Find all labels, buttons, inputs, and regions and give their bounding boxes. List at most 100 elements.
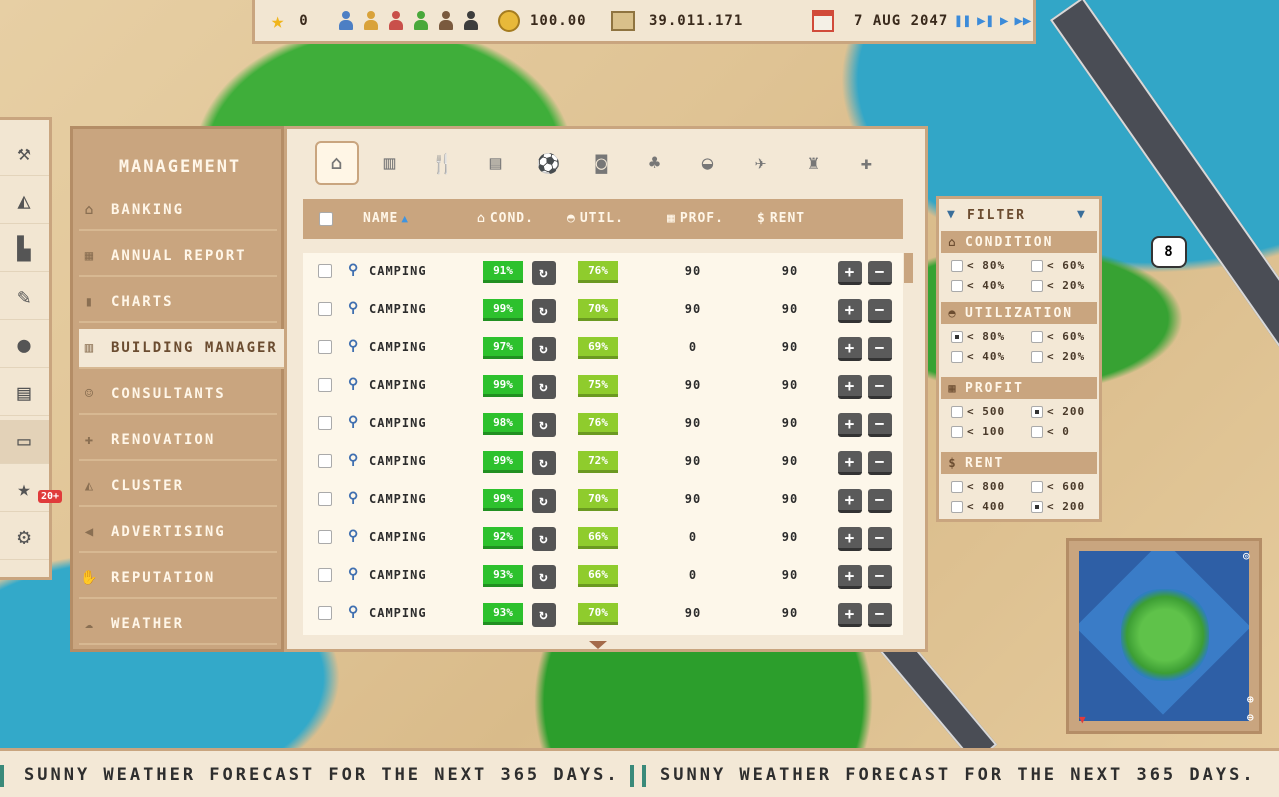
table-row[interactable]: ⚲ CAMPING 99% ↻ 70% 90 90 + − — [303, 481, 903, 519]
magnifier-icon[interactable]: ⚲ — [348, 452, 359, 468]
row-checkbox[interactable] — [318, 492, 332, 506]
increase-rent-button[interactable]: + — [838, 413, 862, 437]
category-tab-restaurant[interactable]: 🍴 — [421, 141, 465, 185]
filter-option[interactable]: < 200 — [1031, 405, 1085, 418]
category-tab-camera[interactable]: ◙ — [580, 141, 624, 185]
zoom-out-icon[interactable]: ⊖ — [1247, 711, 1255, 724]
filter-option[interactable]: < 40% — [951, 350, 1005, 363]
table-row[interactable]: ⚲ CAMPING 92% ↻ 66% 0 90 + − — [303, 519, 903, 557]
table-row[interactable]: ⚲ CAMPING 99% ↻ 72% 90 90 + − — [303, 443, 903, 481]
menu-item-cluster[interactable]: ◭ CLUSTER — [79, 467, 277, 507]
menu-item-banking[interactable]: ⌂ BANKING — [79, 191, 277, 231]
decrease-rent-button[interactable]: − — [868, 261, 892, 285]
minimap-view[interactable] — [1079, 551, 1249, 721]
repair-icon[interactable]: ↻ — [532, 489, 556, 513]
select-all-checkbox[interactable] — [319, 212, 333, 226]
magnifier-icon[interactable]: ⚲ — [348, 338, 359, 354]
menu-item-reputation[interactable]: ✋ REPUTATION — [79, 559, 277, 599]
magnifier-icon[interactable]: ⚲ — [348, 414, 359, 430]
frog-icon[interactable] — [412, 11, 430, 31]
row-checkbox[interactable] — [318, 416, 332, 430]
increase-rent-button[interactable]: + — [838, 375, 862, 399]
table-row[interactable]: ⚲ CAMPING 98% ↻ 76% 90 90 + − — [303, 405, 903, 443]
filter-option[interactable]: < 80% — [951, 330, 1005, 343]
table-row[interactable]: ⚲ CAMPING 93% ↻ 66% 0 90 + − — [303, 557, 903, 595]
filter-option[interactable]: < 20% — [1031, 350, 1085, 363]
row-checkbox[interactable] — [318, 264, 332, 278]
row-checkbox[interactable] — [318, 378, 332, 392]
scrollbar-thumb[interactable] — [904, 253, 913, 283]
decrease-rent-button[interactable]: − — [868, 413, 892, 437]
fast-forward-icon[interactable]: ▶▶ — [1014, 13, 1031, 29]
repair-icon[interactable]: ↻ — [532, 337, 556, 361]
menu-item-consultants[interactable]: ☺ CONSULTANTS — [79, 375, 277, 415]
filter-option[interactable]: < 500 — [951, 405, 1005, 418]
filter-option[interactable]: < 0 — [1031, 425, 1070, 438]
table-row[interactable]: ⚲ CAMPING 97% ↻ 69% 0 90 + − — [303, 329, 903, 367]
increase-rent-button[interactable]: + — [838, 527, 862, 551]
filter-checkbox[interactable] — [1031, 405, 1043, 418]
increase-rent-button[interactable]: + — [838, 603, 862, 627]
table-row[interactable]: ⚲ CAMPING 99% ↻ 70% 90 90 + − — [303, 291, 903, 329]
repair-icon[interactable]: ↻ — [532, 451, 556, 475]
menu-item-weather[interactable]: ☁ WEATHER — [79, 605, 277, 645]
table-row[interactable]: ⚲ CAMPING 93% ↻ 70% 90 90 + − — [303, 595, 903, 633]
row-checkbox[interactable] — [318, 568, 332, 582]
category-tab-shop[interactable]: ▤ — [474, 141, 518, 185]
category-tab-soccer[interactable]: ⚽ — [527, 141, 571, 185]
menu-item-renovation[interactable]: ✚ RENOVATION — [79, 421, 277, 461]
decrease-rent-button[interactable]: − — [868, 527, 892, 551]
compass-icon[interactable]: ◎ — [1243, 549, 1251, 562]
increase-rent-button[interactable]: + — [838, 489, 862, 513]
filter-option[interactable]: < 600 — [1031, 480, 1085, 493]
category-tab-first-aid[interactable]: ✚ — [845, 141, 889, 185]
category-tab-house[interactable]: ⌂ — [315, 141, 359, 185]
magnifier-icon[interactable]: ⚲ — [348, 376, 359, 392]
woman-red-icon[interactable] — [387, 11, 405, 31]
table-row[interactable]: ⚲ CAMPING 91% ↻ 76% 90 90 + − — [303, 253, 903, 291]
profit-column-header[interactable]: ▦ PROF. — [667, 211, 724, 226]
pause-icon[interactable]: ❚❚ — [954, 13, 971, 29]
minimap[interactable]: ◎ ⊕ ⊖ ▼ — [1066, 538, 1262, 734]
filter-checkbox[interactable] — [1031, 480, 1043, 493]
decrease-rent-button[interactable]: − — [868, 299, 892, 323]
gear-icon[interactable]: ⚙ — [0, 516, 49, 560]
filter-option[interactable]: < 100 — [951, 425, 1005, 438]
bulldozer-icon[interactable]: ▙ — [0, 228, 49, 272]
row-checkbox[interactable] — [318, 302, 332, 316]
row-checkbox[interactable] — [318, 454, 332, 468]
magnifier-icon[interactable]: ⚲ — [348, 490, 359, 506]
filter-checkbox[interactable] — [951, 480, 963, 493]
info-bubble[interactable]: 8 — [1151, 236, 1187, 268]
increase-rent-button[interactable]: + — [838, 299, 862, 323]
hammer-wrench-icon[interactable]: ⚒ — [0, 132, 49, 176]
filter-checkbox[interactable] — [1031, 350, 1043, 363]
decrease-rent-button[interactable]: − — [868, 375, 892, 399]
magnifier-icon[interactable]: ⚲ — [348, 300, 359, 316]
repair-icon[interactable]: ↻ — [532, 565, 556, 589]
row-checkbox[interactable] — [318, 340, 332, 354]
repair-icon[interactable]: ↻ — [532, 299, 556, 323]
row-checkbox[interactable] — [318, 606, 332, 620]
repair-icon[interactable]: ↻ — [532, 261, 556, 285]
utilization-column-header[interactable]: ◓ UTIL. — [567, 211, 624, 226]
repair-icon[interactable]: ↻ — [532, 527, 556, 551]
category-tab-tree[interactable]: ♣ — [633, 141, 677, 185]
menu-item-charts[interactable]: ▮ CHARTS — [79, 283, 277, 323]
blueprint-icon[interactable]: ▤ — [0, 372, 49, 416]
filter-option[interactable]: < 800 — [951, 480, 1005, 493]
filter-option[interactable]: < 20% — [1031, 279, 1085, 292]
decrease-rent-button[interactable]: − — [868, 451, 892, 475]
repair-icon[interactable]: ↻ — [532, 603, 556, 627]
filter-checkbox[interactable] — [951, 350, 963, 363]
row-checkbox[interactable] — [318, 530, 332, 544]
menu-item-advertising[interactable]: ◀ ADVERTISING — [79, 513, 277, 553]
menu-item-annual-report[interactable]: ▦ ANNUAL REPORT — [79, 237, 277, 277]
increase-rent-button[interactable]: + — [838, 261, 862, 285]
name-column-header[interactable]: NAME ▲ — [363, 211, 409, 226]
filter-option[interactable]: < 60% — [1031, 330, 1085, 343]
repair-icon[interactable]: ↻ — [532, 375, 556, 399]
bomb-icon[interactable]: ● — [0, 324, 49, 368]
filter-option[interactable]: < 60% — [1031, 259, 1085, 272]
magnifier-icon[interactable]: ⚲ — [348, 262, 359, 278]
